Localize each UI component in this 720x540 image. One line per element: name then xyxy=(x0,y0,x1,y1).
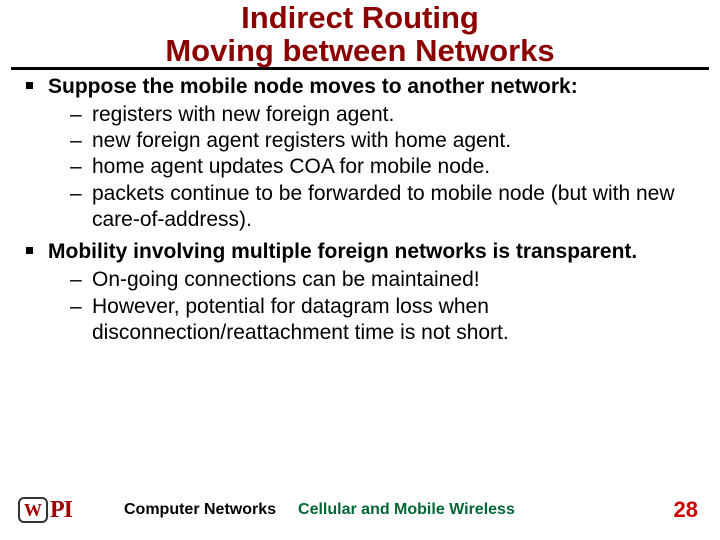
title-line-1: Indirect Routing xyxy=(0,2,720,35)
sub-text: registers with new foreign agent. xyxy=(92,103,394,126)
wpi-logo: W PI xyxy=(18,497,72,524)
slide-body: Suppose the mobile node moves to another… xyxy=(0,74,720,347)
bullet-text: Suppose the mobile node moves to another… xyxy=(48,75,578,98)
dash-icon: – xyxy=(70,128,82,154)
sub-point: – registers with new foreign agent. xyxy=(70,102,704,128)
sub-text: On-going connections can be maintained! xyxy=(92,268,480,291)
sub-point: – home agent updates COA for mobile node… xyxy=(70,154,704,180)
sub-text: However, potential for datagram loss whe… xyxy=(92,295,509,344)
bullet-point-2: Mobility involving multiple foreign netw… xyxy=(26,239,704,265)
wpi-logo-w: W xyxy=(24,501,42,519)
square-bullet-icon xyxy=(26,82,33,89)
sub-list-2: – On-going connections can be maintained… xyxy=(70,267,704,346)
slide-footer: W PI Computer Networks Cellular and Mobi… xyxy=(0,490,720,530)
dash-icon: – xyxy=(70,102,82,128)
sub-point: – However, potential for datagram loss w… xyxy=(70,294,704,347)
sub-text: packets continue to be forwarded to mobi… xyxy=(92,182,675,231)
bullet-text: Mobility involving multiple foreign netw… xyxy=(48,240,637,263)
dash-icon: – xyxy=(70,154,82,180)
dash-icon: – xyxy=(70,181,82,207)
dash-icon: – xyxy=(70,267,82,293)
slide-title-block: Indirect Routing Moving between Networks xyxy=(0,0,720,67)
page-number: 28 xyxy=(674,497,698,523)
sub-point: – new foreign agent registers with home … xyxy=(70,128,704,154)
footer-topic: Cellular and Mobile Wireless xyxy=(298,501,515,519)
footer-course: Computer Networks xyxy=(124,501,276,519)
sub-text: home agent updates COA for mobile node. xyxy=(92,155,490,178)
bullet-point-1: Suppose the mobile node moves to another… xyxy=(26,74,704,100)
dash-icon: – xyxy=(70,294,82,320)
sub-list-1: – registers with new foreign agent. – ne… xyxy=(70,102,704,233)
wpi-logo-pi: PI xyxy=(50,497,72,524)
square-bullet-icon xyxy=(26,247,33,254)
sub-point: – On-going connections can be maintained… xyxy=(70,267,704,293)
sub-point: – packets continue to be forwarded to mo… xyxy=(70,181,704,234)
title-line-2: Moving between Networks xyxy=(0,35,720,68)
wpi-logo-badge: W xyxy=(18,497,48,523)
footer-center: Computer Networks Cellular and Mobile Wi… xyxy=(72,501,674,519)
sub-text: new foreign agent registers with home ag… xyxy=(92,129,511,152)
